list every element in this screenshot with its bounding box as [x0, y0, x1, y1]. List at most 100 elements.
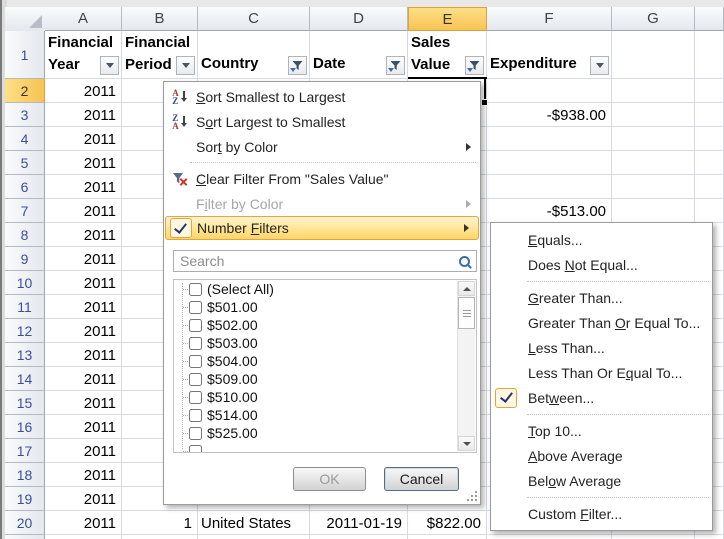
- header-cell-h[interactable]: [695, 31, 724, 79]
- row-header-5[interactable]: 5: [5, 151, 45, 175]
- cell-f2[interactable]: [487, 79, 612, 103]
- cell-f4[interactable]: [487, 127, 612, 151]
- row-header-4[interactable]: 4: [5, 127, 45, 151]
- cell-h2[interactable]: [695, 79, 724, 103]
- filter-value-checkbox[interactable]: [189, 373, 202, 386]
- row-header-16[interactable]: 16: [5, 415, 45, 439]
- cell-g4[interactable]: [612, 127, 695, 151]
- header-cell-g[interactable]: [612, 31, 695, 79]
- submenu-item-top-10[interactable]: Top 10...: [491, 418, 712, 443]
- filter-value-item[interactable]: $514.00: [174, 406, 476, 424]
- cell-g6[interactable]: [612, 175, 695, 199]
- cell-a6[interactable]: 2011: [45, 175, 122, 199]
- cell-a5[interactable]: 2011: [45, 151, 122, 175]
- cell-a13[interactable]: 2011: [45, 343, 122, 367]
- column-header-g[interactable]: G: [612, 7, 695, 31]
- menu-item-sort-largest-to-smallest[interactable]: ZASort Largest to Smallest: [164, 109, 480, 134]
- cell-b21[interactable]: [122, 535, 198, 539]
- filter-value-checkbox[interactable]: [189, 283, 202, 296]
- row-header-21[interactable]: [5, 535, 45, 539]
- filter-value-item[interactable]: $501.00: [174, 298, 476, 316]
- cell-a21[interactable]: [45, 535, 122, 539]
- column-header-b[interactable]: B: [122, 7, 198, 31]
- row-header-19[interactable]: 19: [5, 487, 45, 511]
- cell-d20[interactable]: 2011-01-19: [310, 511, 408, 535]
- cell-a9[interactable]: 2011: [45, 247, 122, 271]
- filter-button-c[interactable]: [288, 56, 307, 75]
- menu-item-sort-by-color[interactable]: Sort by Color: [164, 134, 480, 159]
- search-icon[interactable]: [458, 255, 472, 269]
- cell-a16[interactable]: 2011: [45, 415, 122, 439]
- row-header-14[interactable]: 14: [5, 367, 45, 391]
- cell-a14[interactable]: 2011: [45, 367, 122, 391]
- cell-a18[interactable]: 2011: [45, 463, 122, 487]
- submenu-item-less-than[interactable]: Less Than...: [491, 335, 712, 360]
- cell-a3[interactable]: 2011: [45, 103, 122, 127]
- header-cell-b[interactable]: Financial Period: [122, 31, 198, 79]
- row-header-13[interactable]: 13: [5, 343, 45, 367]
- cell-a8[interactable]: 2011: [45, 223, 122, 247]
- submenu-item-above-average[interactable]: Above Average: [491, 443, 712, 468]
- header-cell-e[interactable]: Sales Value: [408, 31, 487, 79]
- submenu-item-greater-than[interactable]: Greater Than...: [491, 285, 712, 310]
- scroll-up-button[interactable]: [458, 281, 475, 296]
- search-input[interactable]: [174, 251, 458, 271]
- filter-value-item[interactable]: $525.00: [174, 424, 476, 442]
- filter-value-checkbox[interactable]: [189, 445, 202, 454]
- cell-g2[interactable]: [612, 79, 695, 103]
- filter-value-checkbox[interactable]: [189, 409, 202, 422]
- scroll-down-button[interactable]: [458, 436, 475, 451]
- cell-c21[interactable]: [198, 535, 310, 539]
- cell-g21[interactable]: [612, 535, 695, 539]
- column-header-partial[interactable]: [695, 7, 724, 31]
- ok-button[interactable]: OK: [293, 467, 366, 491]
- filter-button-b[interactable]: [176, 56, 195, 75]
- filter-value-checkbox[interactable]: [189, 355, 202, 368]
- filter-value-item[interactable]: $509.00: [174, 370, 476, 388]
- cell-g5[interactable]: [612, 151, 695, 175]
- filter-value-checkbox[interactable]: [189, 319, 202, 332]
- cell-h5[interactable]: [695, 151, 724, 175]
- cell-h7[interactable]: [695, 199, 724, 223]
- cell-g3[interactable]: [612, 103, 695, 127]
- cell-a11[interactable]: 2011: [45, 295, 122, 319]
- menu-item-number-filters[interactable]: Number Filters: [165, 216, 479, 240]
- filter-button-f[interactable]: [590, 56, 609, 75]
- cell-e21[interactable]: [408, 535, 487, 539]
- filter-value-item[interactable]: $503.00: [174, 334, 476, 352]
- list-scrollbar[interactable]: [457, 281, 475, 451]
- cell-a15[interactable]: 2011: [45, 391, 122, 415]
- cell-h3[interactable]: [695, 103, 724, 127]
- cell-c20[interactable]: United States: [198, 511, 310, 535]
- row-header-6[interactable]: 6: [5, 175, 45, 199]
- header-cell-a[interactable]: Financial Year: [45, 31, 122, 79]
- header-cell-d[interactable]: Date: [310, 31, 408, 79]
- row-header-18[interactable]: 18: [5, 463, 45, 487]
- filter-value-checkbox[interactable]: [189, 337, 202, 350]
- cell-f21[interactable]: [487, 535, 612, 539]
- header-cell-f[interactable]: Expenditure: [487, 31, 612, 79]
- column-header-e[interactable]: E: [408, 7, 487, 31]
- header-cell-c[interactable]: Country: [198, 31, 310, 79]
- menu-item-filter-by-color[interactable]: Filter by Color: [164, 191, 480, 216]
- cell-f5[interactable]: [487, 151, 612, 175]
- cell-a20[interactable]: 2011: [45, 511, 122, 535]
- filter-value-checkbox[interactable]: [189, 427, 202, 440]
- filter-button-a[interactable]: [100, 56, 119, 75]
- menu-item-sort-smallest-to-largest[interactable]: AZSort Smallest to Largest: [164, 84, 480, 109]
- filter-value-item[interactable]: $502.00: [174, 316, 476, 334]
- select-all-corner[interactable]: [5, 7, 46, 32]
- row-header-7[interactable]: 7: [5, 199, 45, 223]
- cell-f7[interactable]: -$513.00: [487, 199, 612, 223]
- filter-value-checkbox[interactable]: [189, 391, 202, 404]
- cell-a4[interactable]: 2011: [45, 127, 122, 151]
- fill-handle[interactable]: [481, 99, 488, 106]
- cancel-button[interactable]: Cancel: [384, 467, 459, 491]
- column-header-d[interactable]: D: [310, 7, 408, 31]
- submenu-item-greater-than-or-equal-to[interactable]: Greater Than Or Equal To...: [491, 310, 712, 335]
- cell-a17[interactable]: 2011: [45, 439, 122, 463]
- row-header-8[interactable]: 8: [5, 223, 45, 247]
- cell-h21[interactable]: [695, 535, 724, 539]
- filter-value-item[interactable]: $510.00: [174, 388, 476, 406]
- column-header-f[interactable]: F: [487, 7, 612, 31]
